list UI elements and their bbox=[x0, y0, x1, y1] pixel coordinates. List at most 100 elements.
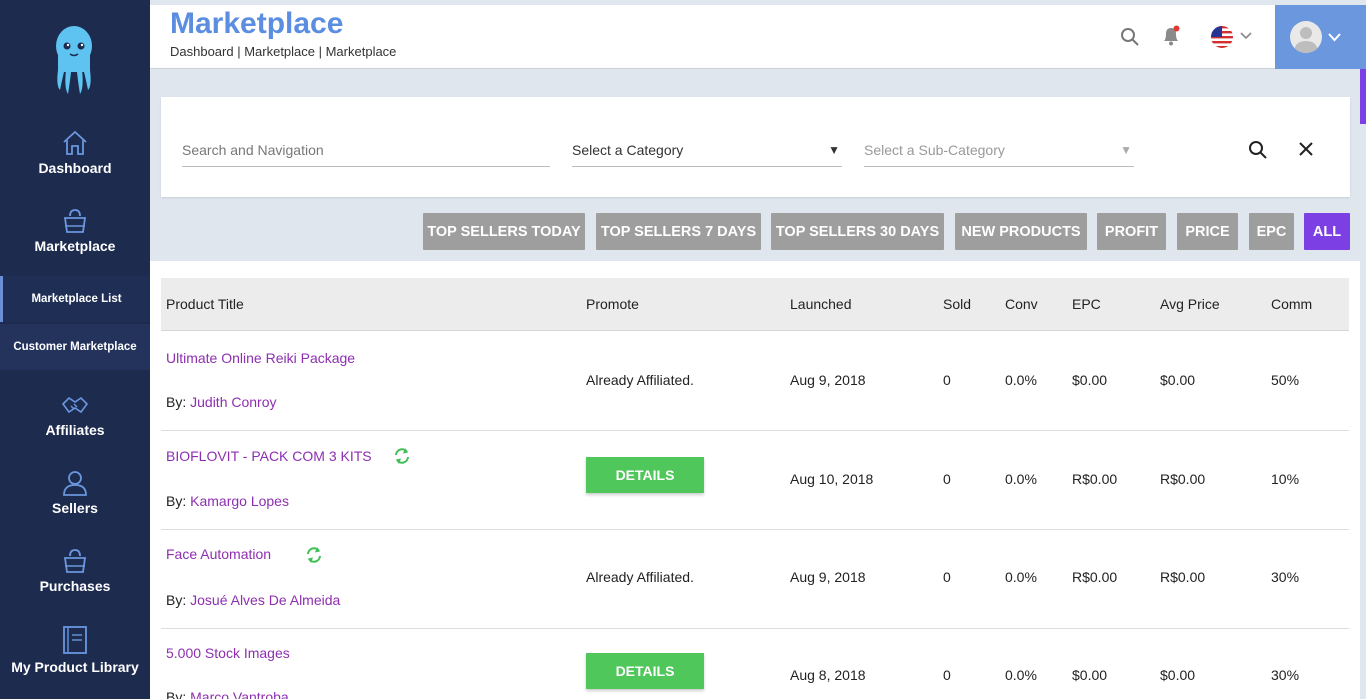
avg-price-value: R$0.00 bbox=[1160, 569, 1206, 585]
library-book-icon bbox=[63, 626, 87, 654]
launched-date: Aug 8, 2018 bbox=[790, 667, 866, 683]
tab-new-products[interactable]: NEW PRODUCTS bbox=[955, 213, 1087, 250]
sidebar-item-sellers[interactable]: Sellers bbox=[0, 470, 150, 516]
sidebar-subitem-marketplace-list[interactable]: Marketplace List bbox=[0, 276, 150, 322]
sidebar-item-my-product-library[interactable]: My Product Library bbox=[0, 625, 150, 675]
tab-all[interactable]: ALL bbox=[1304, 213, 1350, 250]
chevron-down-icon[interactable] bbox=[1240, 32, 1252, 40]
search-icon[interactable] bbox=[1248, 140, 1268, 160]
author-link[interactable]: Marco Vantroba bbox=[190, 689, 289, 699]
launched-date: Aug 10, 2018 bbox=[790, 471, 874, 487]
avatar[interactable] bbox=[1290, 21, 1322, 53]
product-title-link[interactable]: BIOFLOVIT - PACK COM 3 KITS bbox=[166, 448, 372, 464]
us-flag-language-icon[interactable] bbox=[1210, 25, 1236, 49]
column-header-launched[interactable]: Launched bbox=[790, 296, 852, 312]
scrollbar-accent bbox=[1360, 69, 1366, 124]
sidebar-subitem-customer-marketplace[interactable]: Customer Marketplace bbox=[0, 324, 150, 370]
table-header: Product Title Promote Launched Sold Conv… bbox=[161, 278, 1349, 331]
avg-price-value: $0.00 bbox=[1160, 667, 1196, 683]
by-prefix: By: bbox=[166, 493, 187, 509]
product-author: By: Josué Alves De Almeida bbox=[166, 592, 340, 608]
user-avatar-icon bbox=[1294, 27, 1318, 53]
author-link[interactable]: Josué Alves De Almeida bbox=[190, 592, 340, 608]
tab-epc[interactable]: EPC bbox=[1249, 213, 1294, 250]
handshake-icon bbox=[61, 396, 89, 414]
sidebar-item-label: Marketplace bbox=[34, 238, 116, 254]
product-table: Product Title Promote Launched Sold Conv… bbox=[150, 261, 1360, 699]
table-row: 5.000 Stock Images By: Marco Vantroba DE… bbox=[161, 629, 1349, 699]
search-input[interactable] bbox=[182, 133, 550, 167]
tab-profit[interactable]: PROFIT bbox=[1097, 213, 1166, 250]
sidebar-item-label: Dashboard bbox=[38, 160, 112, 176]
column-header-avg-price[interactable]: Avg Price bbox=[1160, 296, 1220, 312]
subcategory-select-label: Select a Sub-Category bbox=[864, 141, 1005, 158]
sidebar-item-label: My Product Library bbox=[11, 659, 139, 675]
column-header-promote[interactable]: Promote bbox=[586, 296, 639, 312]
recurring-sync-icon bbox=[395, 448, 409, 464]
promote-status: Already Affiliated. bbox=[586, 372, 694, 388]
tab-top-sellers-7-days[interactable]: TOP SELLERS 7 DAYS bbox=[596, 213, 761, 250]
launched-date: Aug 9, 2018 bbox=[790, 372, 866, 388]
sidebar-item-purchases[interactable]: Purchases bbox=[0, 548, 150, 594]
sold-count: 0 bbox=[943, 372, 951, 388]
sidebar-item-label: Affiliates bbox=[45, 422, 105, 438]
by-prefix: By: bbox=[166, 592, 187, 608]
product-author: By: Kamargo Lopes bbox=[166, 493, 289, 509]
sidebar-item-affiliates[interactable]: Affiliates bbox=[0, 392, 150, 438]
tab-top-sellers-today[interactable]: TOP SELLERS TODAY bbox=[423, 213, 585, 250]
author-link[interactable]: Kamargo Lopes bbox=[190, 493, 289, 509]
close-icon[interactable] bbox=[1298, 141, 1314, 157]
details-button[interactable]: DETAILS bbox=[586, 653, 704, 689]
breadcrumb[interactable]: Dashboard | Marketplace | Marketplace bbox=[170, 44, 396, 59]
epc-value: $0.00 bbox=[1072, 372, 1108, 388]
chevron-down-icon[interactable] bbox=[1328, 33, 1341, 42]
sidebar-subitem-label: Customer Marketplace bbox=[13, 341, 137, 353]
column-header-sold[interactable]: Sold bbox=[943, 296, 971, 312]
comm-value: 10% bbox=[1271, 471, 1300, 487]
filter-panel: Select a Category ▼ Select a Sub-Categor… bbox=[161, 97, 1350, 197]
sidebar-item-label: Purchases bbox=[39, 578, 111, 594]
by-prefix: By: bbox=[166, 689, 187, 699]
category-select[interactable]: Select a Category ▼ bbox=[572, 133, 842, 167]
tab-price[interactable]: PRICE bbox=[1177, 213, 1238, 250]
octopus-logo-icon[interactable] bbox=[50, 24, 98, 96]
sold-count: 0 bbox=[943, 569, 951, 585]
search-icon[interactable] bbox=[1120, 27, 1140, 47]
column-header-epc[interactable]: EPC bbox=[1072, 296, 1101, 312]
column-header-product-title[interactable]: Product Title bbox=[166, 296, 244, 312]
epc-value: R$0.00 bbox=[1072, 569, 1118, 585]
top-header: Marketplace Dashboard | Marketplace | Ma… bbox=[150, 5, 1366, 69]
column-header-comm[interactable]: Comm bbox=[1271, 296, 1312, 312]
sidebar-item-marketplace[interactable]: Marketplace bbox=[0, 208, 150, 254]
table-row: BIOFLOVIT - PACK COM 3 KITS By: Kamargo … bbox=[161, 431, 1349, 530]
shopping-bag-icon bbox=[63, 549, 87, 573]
home-icon bbox=[63, 130, 87, 155]
conv-rate: 0.0% bbox=[1005, 372, 1037, 388]
avg-price-value: $0.00 bbox=[1160, 372, 1196, 388]
comm-value: 30% bbox=[1271, 569, 1300, 585]
product-author: By: Marco Vantroba bbox=[166, 689, 289, 699]
launched-date: Aug 9, 2018 bbox=[790, 569, 866, 585]
sidebar-subitem-label: Marketplace List bbox=[31, 293, 122, 305]
product-title-link[interactable]: 5.000 Stock Images bbox=[166, 645, 290, 661]
column-header-conv[interactable]: Conv bbox=[1005, 296, 1038, 312]
recurring-sync-icon bbox=[307, 547, 321, 563]
epc-value: $0.00 bbox=[1072, 667, 1108, 683]
product-title-link[interactable]: Face Automation bbox=[166, 546, 271, 562]
subcategory-select[interactable]: Select a Sub-Category ▼ bbox=[864, 133, 1134, 167]
author-link[interactable]: Judith Conroy bbox=[190, 394, 276, 410]
tab-top-sellers-30-days[interactable]: TOP SELLERS 30 DAYS bbox=[771, 213, 944, 250]
conv-rate: 0.0% bbox=[1005, 569, 1037, 585]
product-title-link[interactable]: Ultimate Online Reiki Package bbox=[166, 350, 355, 366]
conv-rate: 0.0% bbox=[1005, 471, 1037, 487]
sidebar: Dashboard Marketplace Marketplace List C… bbox=[0, 0, 150, 699]
user-menu[interactable] bbox=[1275, 5, 1366, 69]
product-author: By: Judith Conroy bbox=[166, 394, 277, 410]
notification-bell-icon[interactable] bbox=[1160, 25, 1182, 47]
sidebar-item-dashboard[interactable]: Dashboard bbox=[0, 130, 150, 176]
details-button[interactable]: DETAILS bbox=[586, 457, 704, 493]
promote-status: Already Affiliated. bbox=[586, 569, 694, 585]
sold-count: 0 bbox=[943, 471, 951, 487]
comm-value: 30% bbox=[1271, 667, 1300, 683]
epc-value: R$0.00 bbox=[1072, 471, 1118, 487]
